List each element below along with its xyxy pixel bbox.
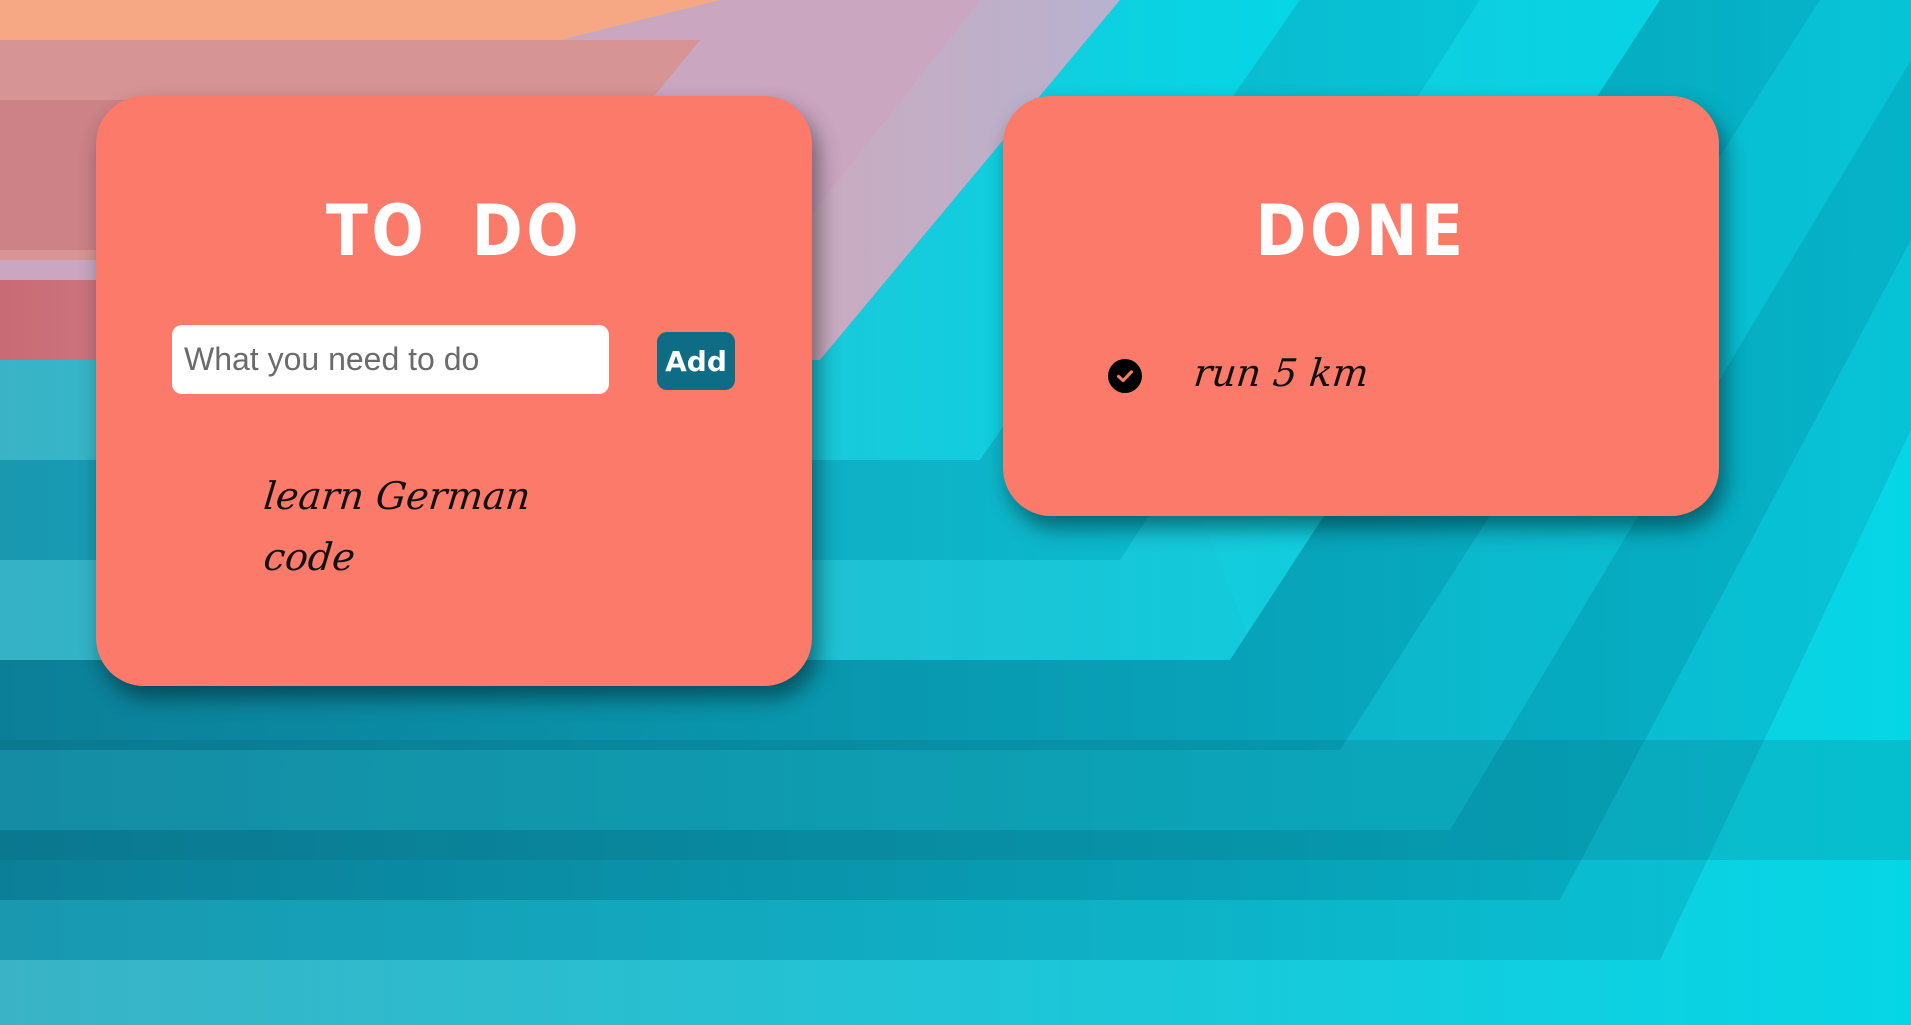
checkmark-glyph	[1117, 370, 1133, 383]
todo-card: TO DO Add learn German code	[96, 96, 812, 686]
todo-item[interactable]: learn German	[261, 466, 534, 527]
done-item: run 5 km	[1108, 346, 1371, 406]
check-circle-icon[interactable]	[1108, 359, 1142, 393]
done-list: run 5 km	[1108, 346, 1371, 406]
done-title: DONE	[1255, 190, 1467, 272]
todo-input[interactable]	[172, 325, 609, 394]
todo-title: TO DO	[325, 190, 583, 272]
todo-list: learn German code	[262, 466, 533, 588]
done-item-label: run 5 km	[1191, 351, 1371, 395]
done-card: DONE run 5 km	[1003, 96, 1719, 516]
todo-item[interactable]: code	[261, 527, 534, 588]
add-button[interactable]: Add	[657, 332, 735, 390]
